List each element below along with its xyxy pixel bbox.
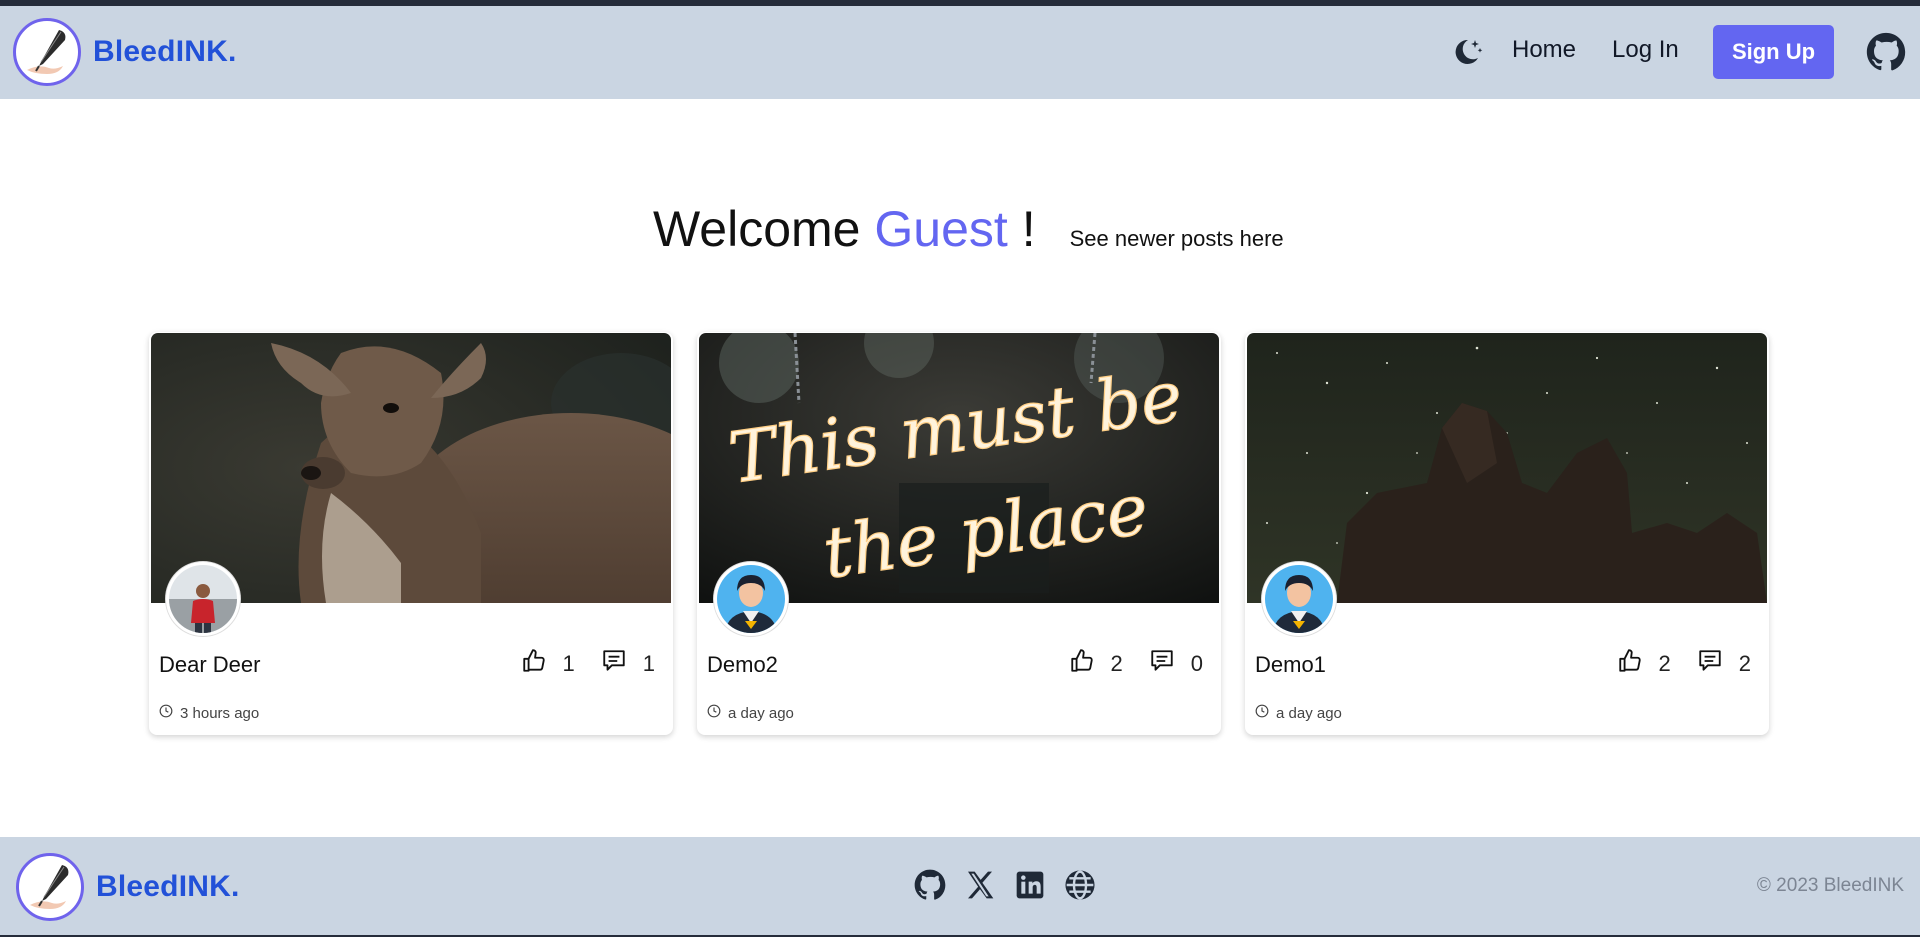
brand-name: BleedINK.	[93, 35, 237, 68]
post-stats: 2 2	[1617, 648, 1751, 680]
github-icon[interactable]	[914, 869, 946, 901]
x-icon[interactable]	[964, 869, 996, 901]
logo-quill-icon	[16, 853, 84, 921]
post-stats: 1 1	[521, 648, 655, 680]
comment-icon	[601, 648, 627, 680]
post-stats: 2 0	[1069, 648, 1203, 680]
like-count: 1	[562, 651, 575, 676]
user-photo-avatar[interactable]	[166, 562, 240, 636]
nav-home-link[interactable]: Home	[1512, 36, 1576, 64]
thumbs-up-icon	[521, 648, 547, 680]
comment-count: 2	[1738, 651, 1751, 676]
welcome-text: Welcome	[653, 201, 861, 257]
welcome-banner: Welcome Guest ! See newer posts here	[653, 200, 1284, 258]
clock-icon	[159, 704, 173, 722]
like-button[interactable]: 2	[1069, 648, 1123, 680]
footer-brand-name: BleedINK.	[96, 870, 240, 903]
copyright: © 2023 BleedINK	[1756, 875, 1904, 896]
comment-count: 0	[1190, 651, 1203, 676]
comment-button[interactable]: 2	[1697, 648, 1751, 680]
starry-night-rocks-photo[interactable]	[1247, 333, 1767, 603]
like-button[interactable]: 1	[521, 648, 575, 680]
comment-button[interactable]: 0	[1149, 648, 1203, 680]
post-card[interactable]: Demo1 2 2 a day ago	[1245, 332, 1769, 735]
post-title[interactable]: Demo2	[707, 652, 778, 678]
post-title[interactable]: Demo1	[1255, 652, 1326, 678]
guest-name: Guest	[874, 201, 1008, 257]
post-time: a day ago	[707, 704, 794, 722]
clock-icon	[707, 704, 721, 722]
comment-count: 1	[642, 651, 655, 676]
post-time: 3 hours ago	[159, 704, 259, 722]
cartoon-avatar[interactable]	[714, 562, 788, 636]
thumbs-up-icon	[1617, 648, 1643, 680]
clock-icon	[1255, 704, 1269, 722]
navbar: BleedINK. Home Log In Sign Up	[0, 6, 1920, 99]
neon-sign-photo[interactable]: This must be the place	[699, 333, 1219, 603]
like-button[interactable]: 2	[1617, 648, 1671, 680]
linkedin-icon[interactable]	[1014, 869, 1046, 901]
comment-button[interactable]: 1	[601, 648, 655, 680]
footer: BleedINK. © 2023 BleedINK	[0, 837, 1920, 937]
logo-quill-icon	[13, 18, 81, 86]
post-time-text: a day ago	[1276, 704, 1342, 722]
social-links	[914, 869, 1096, 901]
github-icon[interactable]	[1866, 32, 1906, 72]
post-time-text: a day ago	[728, 704, 794, 722]
moon-stars-icon[interactable]	[1448, 34, 1484, 70]
brand[interactable]: BleedINK.	[13, 18, 237, 86]
like-count: 2	[1110, 651, 1123, 676]
newer-posts-link[interactable]: See newer posts here	[1070, 226, 1284, 252]
welcome-heading: Welcome Guest !	[653, 200, 1036, 258]
footer-brand[interactable]: BleedINK.	[16, 853, 240, 921]
globe-icon[interactable]	[1064, 869, 1096, 901]
deer-photo[interactable]	[151, 333, 671, 603]
post-title[interactable]: Dear Deer	[159, 652, 260, 678]
signup-button[interactable]: Sign Up	[1713, 25, 1834, 79]
post-card[interactable]: This must be the place Demo2 2 0 a day a…	[697, 332, 1221, 735]
comment-icon	[1697, 648, 1723, 680]
comment-icon	[1149, 648, 1175, 680]
post-card[interactable]: Dear Deer 1 1 3 hours ago	[149, 332, 673, 735]
cartoon-avatar[interactable]	[1262, 562, 1336, 636]
welcome-exclaim: !	[1021, 201, 1036, 257]
post-time-text: 3 hours ago	[180, 704, 260, 722]
post-time: a day ago	[1255, 704, 1342, 722]
thumbs-up-icon	[1069, 648, 1095, 680]
nav-login-link[interactable]: Log In	[1612, 36, 1679, 64]
like-count: 2	[1658, 651, 1671, 676]
